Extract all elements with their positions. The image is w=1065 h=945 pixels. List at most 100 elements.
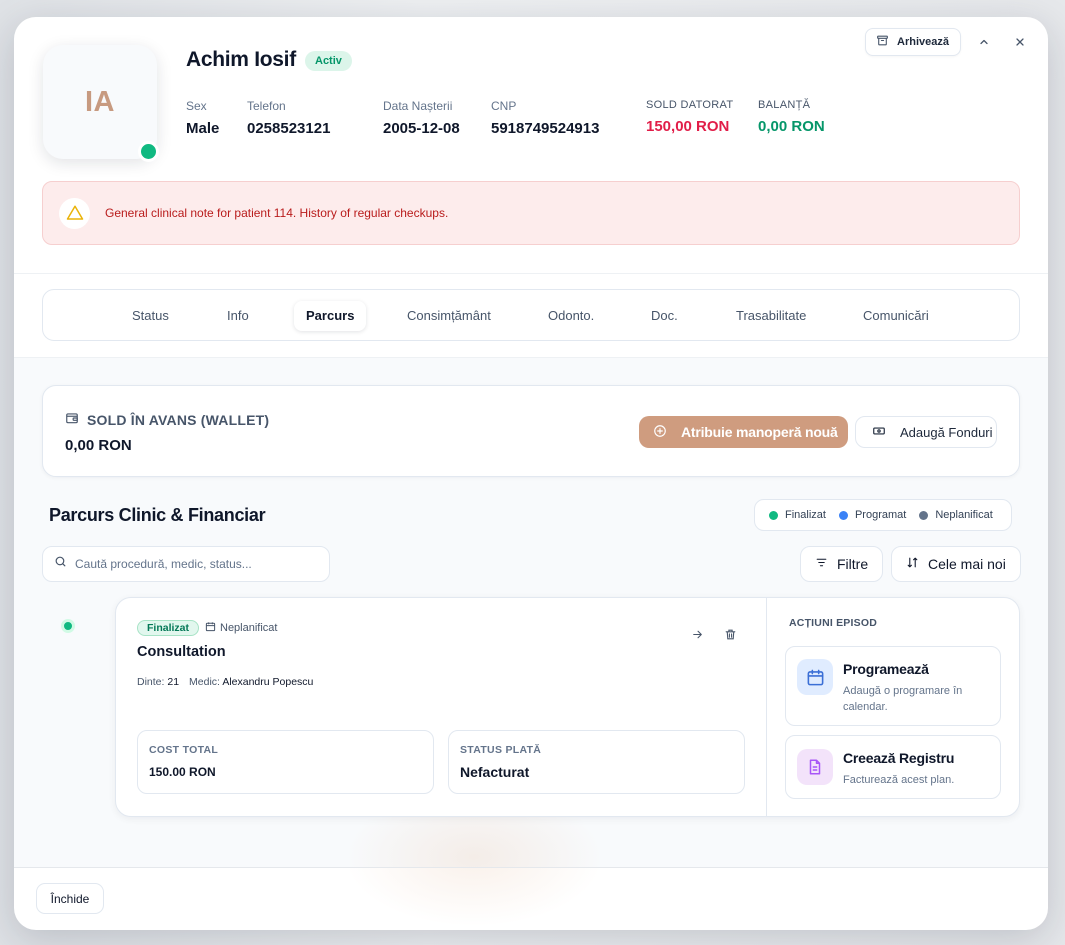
delete-episode-button[interactable] — [722, 626, 738, 642]
payment-status-box: STATUS PLATĂ Nefacturat — [448, 730, 745, 794]
calendar-icon — [205, 621, 216, 635]
doctor-label: Medic: — [189, 676, 220, 688]
collapse-button[interactable] — [975, 33, 993, 51]
doctor-info: Medic: Alexandru Popescu — [189, 676, 313, 688]
balance-label: BALANȚĂ — [758, 99, 811, 111]
footer-divider — [14, 867, 1048, 868]
arrow-right-icon — [692, 630, 702, 638]
balance-field: BALANȚĂ 0,00 RON — [758, 99, 825, 135]
avatar-initials: IA — [85, 85, 115, 118]
legend-dot-green — [769, 510, 778, 520]
archive-icon — [876, 34, 889, 50]
tab-doc[interactable]: Doc. — [639, 301, 690, 331]
close-button[interactable]: Închide — [36, 883, 104, 914]
assign-procedure-label: Atribuie manoperă nouă — [681, 424, 838, 440]
status-legend: Finalizat Programat Neplanificat — [754, 499, 1012, 531]
wallet-amount: 0,00 RON — [65, 437, 132, 454]
legend-label: Programat — [854, 509, 907, 521]
section-title: Parcurs Clinic & Financiar — [49, 505, 266, 525]
patient-name: Achim Iosif — [186, 48, 296, 71]
sex-label: Sex — [186, 99, 207, 113]
wallet-title-text: SOLD ÎN AVANS (WALLET) — [87, 411, 270, 428]
legend-label: Neplanificat — [935, 509, 993, 521]
status-badge-finalizat: Finalizat — [137, 620, 200, 636]
due-field: SOLD DATORAT 150,00 RON — [646, 99, 733, 135]
archive-button[interactable]: Arhivează — [865, 28, 961, 56]
phone-value: 0258523121 — [247, 120, 331, 137]
tab-consimtamant[interactable]: Consimțământ — [395, 301, 503, 331]
patient-modal: IA Achim Iosif Activ Sex Male Telefon 02… — [14, 17, 1048, 930]
legend-dot-blue — [838, 510, 848, 520]
close-modal-button[interactable] — [1011, 33, 1029, 51]
dob-value: 2005-12-08 — [383, 120, 460, 137]
episode-divider — [766, 598, 767, 816]
chevron-up-icon — [980, 39, 988, 45]
schedule-badge-label: Neplanificat — [220, 622, 278, 634]
cnp-value: 5918749524913 — [491, 120, 600, 137]
search-input[interactable] — [75, 557, 315, 571]
legend-label: Finalizat — [785, 509, 826, 521]
cnp-field: CNP 5918749524913 — [491, 99, 599, 137]
sex-field: Sex Male — [186, 99, 219, 137]
header-divider — [14, 273, 1048, 274]
doctor-value: Alexandru Popescu — [222, 676, 314, 688]
tab-comunicari[interactable]: Comunicări — [851, 301, 941, 331]
phone-field: Telefon 0258523121 — [247, 99, 330, 137]
wallet-icon — [65, 411, 79, 428]
tab-odonto[interactable]: Odonto. — [536, 301, 606, 331]
calendar-icon — [797, 659, 833, 695]
legend-item-programat: Programat — [838, 509, 907, 521]
dob-label: Data Nașterii — [383, 99, 453, 113]
filter-label: Filtre — [837, 556, 869, 572]
dob-field: Data Nașterii 2005-12-08 — [383, 99, 460, 137]
phone-label: Telefon — [247, 99, 286, 113]
add-funds-button[interactable]: Adaugă Fonduri — [855, 416, 997, 448]
teeth-label: Dinte: — [137, 676, 165, 688]
tab-parcurs[interactable]: Parcurs — [294, 301, 367, 331]
teeth-info: Dinte: 21 — [137, 676, 179, 688]
cost-total-box: COST TOTAL 150.00 RON — [137, 730, 434, 794]
close-icon — [1016, 38, 1024, 46]
episode-title: Consultation — [137, 644, 226, 660]
episode-card: Finalizat Neplanificat Consultation Dint… — [115, 597, 1020, 817]
teeth-value: 21 — [167, 676, 180, 688]
document-icon — [797, 749, 833, 785]
avatar: IA — [43, 45, 157, 159]
schedule-badge: Neplanificat — [205, 620, 277, 636]
wallet-card: SOLD ÎN AVANS (WALLET) 0,00 RON Atribuie… — [42, 385, 1020, 477]
sort-button[interactable]: Cele mai noi — [891, 546, 1021, 582]
schedule-action-card[interactable]: Programează Adaugă o programare în calen… — [785, 646, 1001, 726]
tab-info[interactable]: Info — [215, 301, 261, 331]
assign-procedure-button[interactable]: Atribuie manoperă nouă — [639, 416, 848, 448]
timeline-status-dot — [61, 619, 75, 633]
wallet-title: SOLD ÎN AVANS (WALLET) — [65, 411, 269, 428]
alert-text: General clinical note for patient 114. H… — [105, 206, 449, 220]
status-badge: Activ — [305, 51, 352, 71]
banknote-icon — [872, 424, 886, 441]
tab-status[interactable]: Status — [120, 301, 181, 331]
clinical-note-alert: General clinical note for patient 114. H… — [42, 181, 1020, 245]
cost-total-label: COST TOTAL — [149, 744, 219, 756]
filter-button[interactable]: Filtre — [800, 546, 884, 582]
episode-details: Finalizat Neplanificat Consultation Dint… — [116, 598, 766, 816]
sort-label: Cele mai noi — [928, 556, 1006, 572]
balance-value: 0,00 RON — [758, 118, 825, 135]
payment-status-value: Nefacturat — [460, 764, 530, 780]
open-episode-button[interactable] — [689, 626, 705, 642]
sort-icon — [906, 556, 919, 572]
tab-bar: Status Info Parcurs Consimțământ Odonto.… — [42, 289, 1020, 341]
schedule-action-title: Programează — [843, 661, 929, 677]
plus-circle-icon — [653, 424, 667, 441]
cost-total-value: 150.00 RON — [149, 765, 216, 779]
warning-icon — [59, 197, 90, 229]
filter-icon — [815, 556, 828, 572]
schedule-action-desc: Adaugă o programare în calendar. — [843, 685, 963, 713]
create-register-desc: Facturează acest plan. — [843, 774, 955, 786]
sex-value: Male — [186, 120, 220, 137]
add-funds-label: Adaugă Fonduri — [900, 424, 993, 440]
create-register-title: Creează Registru — [843, 750, 955, 766]
create-register-action-card[interactable]: Creează Registru Facturează acest plan. — [785, 735, 1001, 799]
tab-trasabilitate[interactable]: Trasabilitate — [724, 301, 818, 331]
due-label: SOLD DATORAT — [646, 99, 734, 111]
episode-actions-title: ACȚIUNI EPISOD — [789, 617, 877, 629]
